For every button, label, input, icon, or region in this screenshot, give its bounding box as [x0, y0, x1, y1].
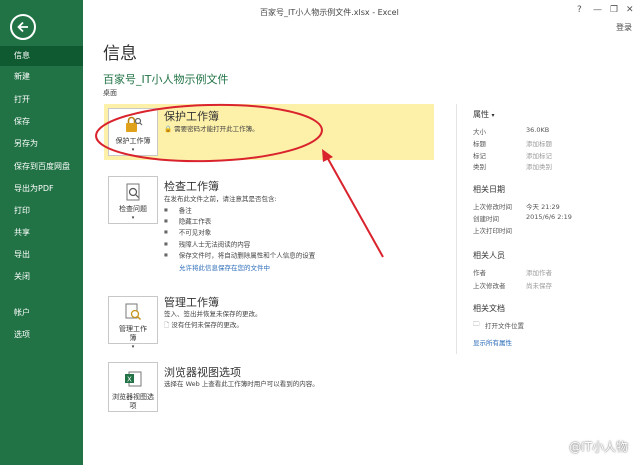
- prop-key: 大小: [473, 128, 486, 136]
- show-all-properties-link[interactable]: 显示所有属性: [473, 337, 623, 347]
- manage-workbook-button-label: 管理工作簿: [119, 325, 147, 342]
- nav-item-export-pdf[interactable]: 导出为PDF: [0, 179, 83, 199]
- svg-text:X: X: [127, 376, 132, 384]
- protect-workbook-desc: 🔒 需要密码才能打开此工作簿。: [164, 124, 259, 134]
- browser-view-options-button-label: 浏览器视图选项: [112, 393, 154, 410]
- manage-workbook-desc: 签入、签出并恢复未保存的更改。: [164, 310, 262, 318]
- properties-header-label: 属性: [473, 110, 489, 119]
- document-search-icon: [122, 302, 144, 322]
- window-title: 百家号_IT小人物示例文件.xlsx - Excel: [260, 8, 399, 17]
- prop-key: 上次修改者: [473, 282, 506, 290]
- nav-item-options[interactable]: 选项: [0, 325, 83, 345]
- prop-key: 类别: [473, 163, 486, 171]
- nav-item-share[interactable]: 共享: [0, 223, 83, 243]
- nav-item-save-as[interactable]: 另存为: [0, 134, 83, 154]
- excel-browser-icon: X: [122, 368, 144, 390]
- prop-value-tags[interactable]: 添加标记: [526, 150, 552, 160]
- help-button[interactable]: ?: [577, 5, 582, 15]
- protect-workbook-button-label: 保护工作簿: [115, 137, 151, 145]
- inspect-workbook-title: 检查工作簿: [164, 180, 219, 193]
- inspect-workbook-section: 检查问题 ▾ 检查工作簿 在发布此文件之前，请注意其是否包含: 备注 隐藏工作表…: [104, 176, 434, 286]
- watermark: @IT小人物: [569, 440, 628, 454]
- allow-save-info-link[interactable]: 允许将此信息保存在您的文件中: [179, 263, 270, 273]
- nav-item-account[interactable]: 帐户: [0, 303, 83, 323]
- browser-view-options-button[interactable]: X 浏览器视图选项: [108, 362, 158, 412]
- protect-workbook-title: 保护工作簿: [164, 110, 219, 123]
- bullet-item: 保存文件时，将自动删除属性和个人信息的设置: [164, 250, 316, 261]
- prop-key: 作者: [473, 269, 486, 277]
- backstage-nav: 信息 新建 打开 保存 另存为 保存到百度网盘 导出为PDF 打印 共享 导出 …: [0, 0, 83, 465]
- document-check-icon: [122, 182, 144, 202]
- nav-item-new[interactable]: 新建: [0, 67, 83, 87]
- chevron-down-icon: ▾: [491, 112, 495, 119]
- manage-workbook-note-text: 没有任何未保存的更改。: [171, 321, 243, 329]
- prop-key: 标记: [473, 152, 486, 160]
- nav-item-info[interactable]: 信息: [0, 46, 83, 66]
- dropdown-chevron-icon: ▾: [131, 344, 135, 350]
- nav-item-save-to-baidu[interactable]: 保存到百度网盘: [0, 157, 83, 177]
- prop-value: 36.0KB: [526, 126, 550, 134]
- nav-item-open[interactable]: 打开: [0, 90, 83, 110]
- page-title: 信息: [103, 44, 137, 64]
- protect-workbook-button[interactable]: 保护工作簿 ▾: [108, 108, 158, 156]
- bullet-item: 隐藏工作表: [164, 216, 315, 227]
- manage-workbook-button[interactable]: 管理工作簿 ▾: [108, 296, 158, 350]
- panel-divider: [456, 104, 457, 354]
- protect-workbook-section: 保护工作簿 ▾ 保护工作簿 🔒 需要密码才能打开此工作簿。: [104, 104, 434, 160]
- dropdown-chevron-icon: ▾: [131, 147, 135, 153]
- folder-icon: 🗀: [473, 320, 480, 328]
- related-people-header: 相关人员: [473, 251, 505, 260]
- lock-key-icon: [122, 114, 144, 134]
- small-lock-icon: 🔒: [164, 125, 173, 133]
- prop-value-author[interactable]: 添加作者: [526, 267, 552, 277]
- prop-key: 标题: [473, 140, 486, 148]
- inspect-workbook-desc: 在发布此文件之前，请注意其是否包含:: [164, 195, 277, 203]
- prop-value: 尚未保存: [526, 282, 552, 290]
- bullet-item: 备注: [164, 205, 315, 216]
- check-issues-button-label: 检查问题: [119, 205, 147, 213]
- nav-item-export[interactable]: 导出: [0, 245, 83, 265]
- title-bar: 百家号_IT小人物示例文件.xlsx - Excel ? — ❐ ✕: [83, 0, 640, 24]
- manage-workbook-title: 管理工作簿: [164, 296, 219, 309]
- nav-item-save[interactable]: 保存: [0, 112, 83, 132]
- check-issues-button[interactable]: 检查问题 ▾: [108, 176, 158, 224]
- prop-key: 上次打印时间: [473, 227, 512, 235]
- browser-view-title: 浏览器视图选项: [164, 366, 241, 379]
- restore-button[interactable]: ❐: [610, 5, 618, 15]
- bullet-item: 残障人士无法阅读的内容: [164, 239, 315, 250]
- prop-key: 上次修改时间: [473, 203, 512, 211]
- prop-key: 创建时间: [473, 215, 499, 223]
- manage-workbook-note: 🗋 没有任何未保存的更改。: [164, 320, 243, 330]
- inspect-bullets: 备注 隐藏工作表 不可见对象 残障人士无法阅读的内容 保存文件时，将自动删除属性…: [164, 205, 316, 261]
- open-file-location-label: 打开文件位置: [485, 322, 524, 330]
- properties-header[interactable]: 属性 ▾: [473, 109, 495, 120]
- file-name: 百家号_IT小人物示例文件: [103, 73, 229, 86]
- related-dates-header: 相关日期: [473, 185, 505, 194]
- file-location: 桌面: [103, 89, 117, 97]
- login-link[interactable]: 登录: [616, 22, 632, 33]
- bullet-item: 不可见对象: [164, 227, 315, 238]
- nav-item-close[interactable]: 关闭: [0, 267, 83, 287]
- related-docs-header: 相关文档: [473, 304, 505, 313]
- browser-view-desc: 选择在 Web 上查看此工作簿时用户可以看到的内容。: [164, 380, 319, 388]
- close-button[interactable]: ✕: [626, 5, 634, 15]
- manage-workbook-section: 管理工作簿 ▾ 管理工作簿 签入、签出并恢复未保存的更改。 🗋 没有任何未保存的…: [104, 292, 434, 350]
- nav-item-print[interactable]: 打印: [0, 201, 83, 221]
- prop-value: 2015/6/6 2:19: [526, 213, 572, 221]
- prop-value-category[interactable]: 添加类别: [526, 161, 552, 171]
- dropdown-chevron-icon: ▾: [131, 215, 135, 221]
- minimize-button[interactable]: —: [593, 5, 602, 15]
- prop-value-title[interactable]: 添加标题: [526, 138, 552, 148]
- back-arrow-icon[interactable]: [10, 14, 36, 40]
- protect-workbook-desc-text: 需要密码才能打开此工作簿。: [174, 125, 259, 133]
- browser-view-section: X 浏览器视图选项 浏览器视图选项 选择在 Web 上查看此工作簿时用户可以看到…: [104, 362, 434, 414]
- prop-value: 今天 21:29: [526, 203, 560, 211]
- document-icon: 🗋: [164, 321, 170, 329]
